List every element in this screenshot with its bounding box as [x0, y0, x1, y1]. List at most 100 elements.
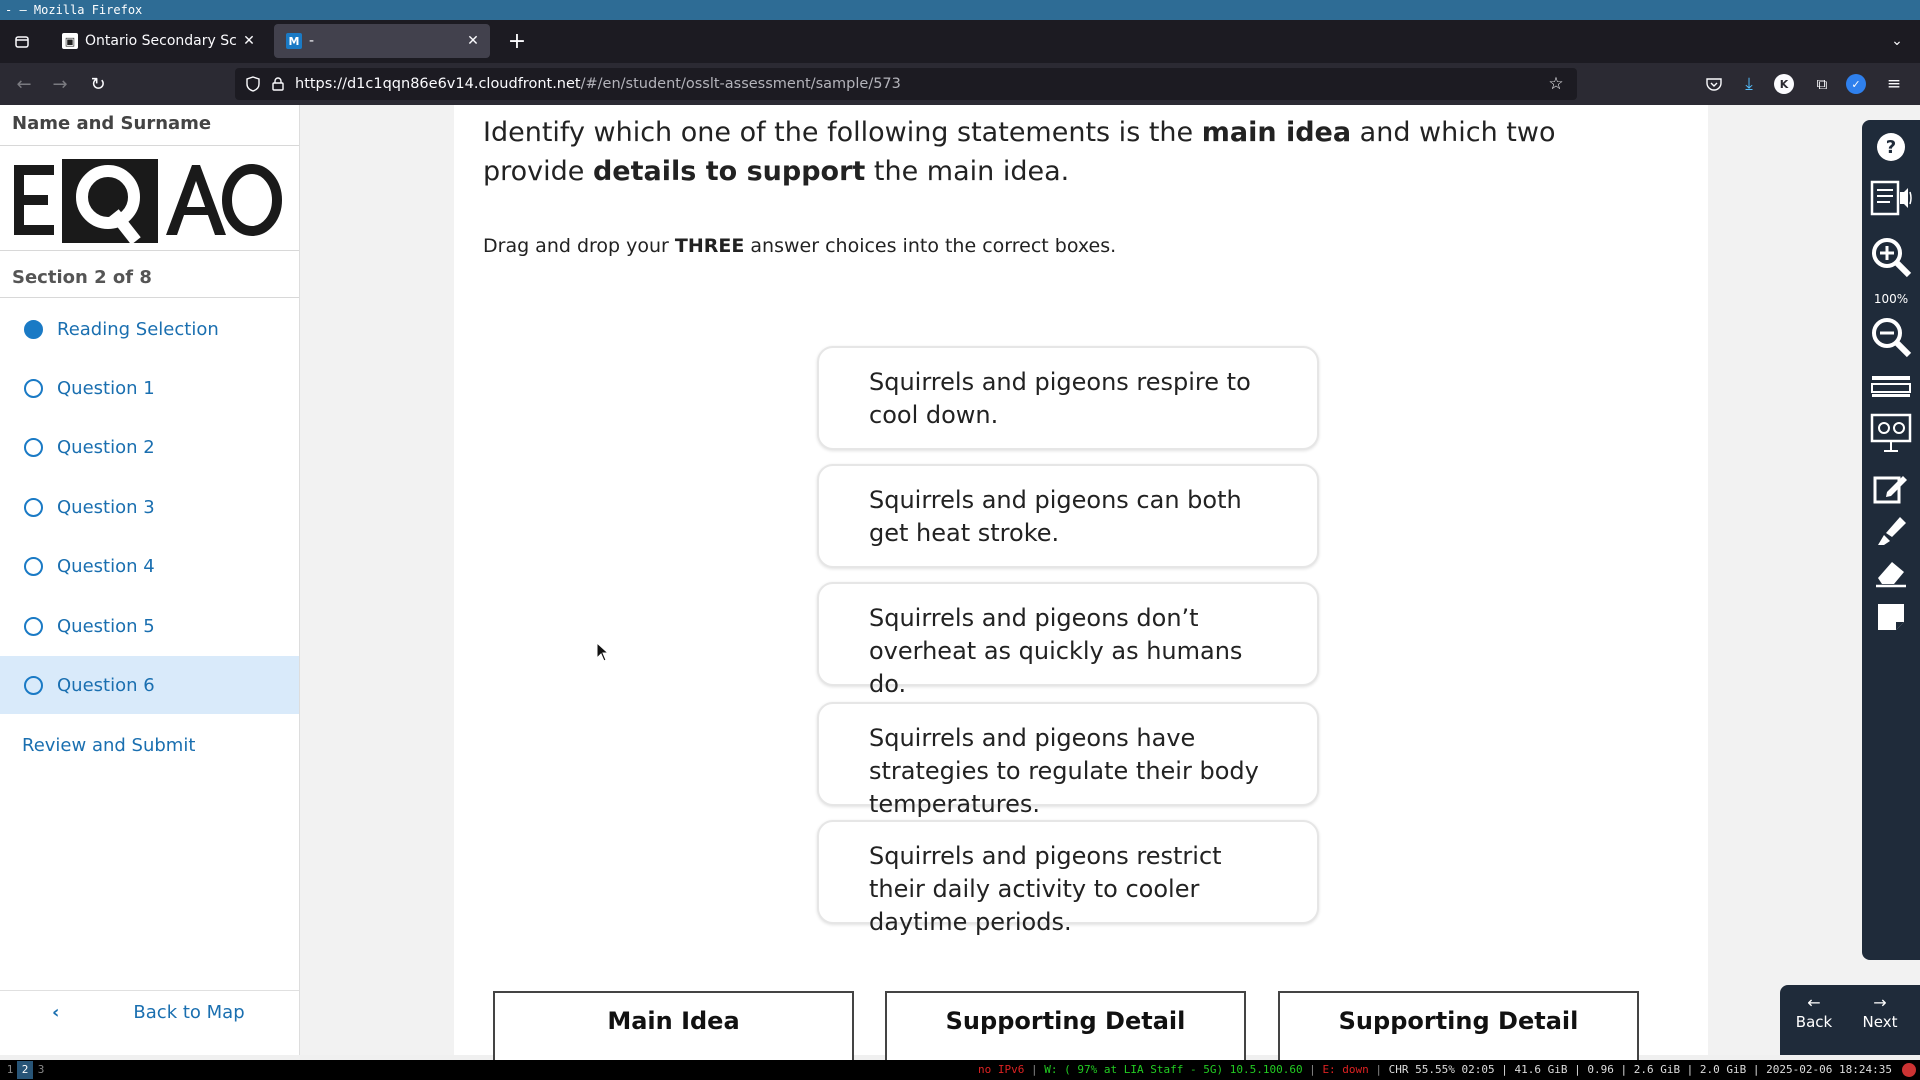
close-tab-icon[interactable]: ✕ — [238, 33, 260, 49]
extensions-icon[interactable]: ⧉ — [1810, 72, 1834, 96]
sidebar-item-label: Question 6 — [57, 674, 155, 696]
new-tab-icon[interactable]: + — [504, 28, 530, 54]
sidebar-item-question-6[interactable]: Question 6 — [0, 656, 299, 714]
sidebar: Name and Surname Section 2 of 8 Reading … — [0, 105, 300, 1055]
svg-text:?: ? — [1886, 137, 1896, 158]
text-to-speech-icon[interactable] — [1862, 180, 1920, 216]
pocket-icon[interactable] — [1702, 72, 1726, 96]
menu-icon[interactable]: ≡ — [1882, 72, 1906, 96]
question-emphasis: details to support — [592, 156, 866, 187]
sidebar-item-question-2[interactable]: Question 2 — [0, 418, 299, 476]
downloads-icon[interactable]: ⤓ — [1737, 72, 1761, 96]
answer-choice[interactable]: Squirrels and pigeons restrict their dai… — [817, 820, 1319, 936]
back-button[interactable]: ← Back — [1784, 993, 1844, 1032]
drop-box-supporting-detail[interactable]: Supporting Detail — [885, 991, 1246, 1061]
mouse-cursor-icon — [596, 641, 610, 666]
empty-radio-icon — [24, 497, 43, 517]
tray-icon[interactable] — [1902, 1063, 1916, 1077]
url-text[interactable]: https://d1c1qqn86e6v14.cloudfront.net/#/… — [295, 68, 901, 100]
sidebar-item-label: Question 3 — [57, 496, 155, 518]
account-icon[interactable]: K — [1774, 74, 1794, 94]
help-icon[interactable]: ? — [1862, 132, 1920, 162]
arrow-left-icon: ← — [1807, 993, 1821, 1012]
instruction-text: Drag and drop your THREE answer choices … — [483, 235, 1116, 257]
line-reader-icon[interactable] — [1862, 374, 1920, 398]
ethernet-status: E: down — [1322, 1063, 1369, 1076]
highlighter-icon[interactable] — [1862, 515, 1920, 547]
zoom-in-icon[interactable] — [1862, 236, 1920, 278]
instruction-part: Drag and drop your — [483, 235, 675, 257]
divider — [0, 250, 299, 251]
window-title: - — Mozilla Firefox — [0, 0, 1920, 20]
student-name: Name and Surname — [12, 113, 212, 134]
drop-box-supporting-detail[interactable]: Supporting Detail — [1278, 991, 1639, 1061]
empty-radio-icon — [24, 437, 43, 457]
option-eliminator-icon[interactable] — [1862, 413, 1920, 453]
empty-radio-icon — [24, 556, 43, 576]
sidebar-item-question-3[interactable]: Question 3 — [0, 478, 299, 536]
eraser-icon[interactable] — [1862, 558, 1920, 588]
instruction-part: answer choices into the correct boxes. — [744, 235, 1117, 257]
extension-blue-icon[interactable]: ✓ — [1846, 74, 1866, 94]
question-part: Identify which one of the following stat… — [483, 117, 1202, 148]
sidebar-item-label: Reading Selection — [57, 318, 219, 340]
sidebar-item-question-5[interactable]: Question 5 — [0, 597, 299, 655]
sidebar-item-label: Question 5 — [57, 615, 155, 637]
empty-radio-icon — [24, 675, 43, 695]
system-status-bar: 1 2 3 no IPv6 | W: ( 97% at LIA Staff - … — [0, 1060, 1920, 1080]
empty-radio-icon — [24, 378, 43, 398]
sticky-note-icon[interactable] — [1862, 602, 1920, 632]
bookmark-star-icon[interactable]: ☆ — [1547, 74, 1565, 94]
question-text: Identify which one of the following stat… — [483, 113, 1633, 191]
divider — [0, 297, 299, 298]
tab-active[interactable]: M - ✕ — [274, 24, 490, 58]
page: Name and Surname Section 2 of 8 Reading … — [0, 105, 1920, 1061]
sidebar-item-label: Question 1 — [57, 377, 155, 399]
lock-icon[interactable] — [271, 76, 285, 92]
url-bar[interactable]: https://d1c1qqn86e6v14.cloudfront.net/#/… — [235, 68, 1577, 100]
drop-box-main-idea[interactable]: Main Idea — [493, 991, 854, 1061]
zoom-out-icon[interactable] — [1862, 316, 1920, 358]
sidebar-item-label: Question 4 — [57, 555, 155, 577]
answer-choice[interactable]: Squirrels and pigeons can both get heat … — [817, 464, 1319, 568]
sidebar-item-question-1[interactable]: Question 1 — [0, 359, 299, 417]
eqao-logo — [14, 157, 284, 251]
ontario-favicon-icon: ▣ — [62, 33, 78, 49]
wifi-status: W: ( 97% at LIA Staff - 5G) 10.5.100.60 — [1044, 1063, 1303, 1076]
firefox-view-icon[interactable] — [10, 30, 34, 54]
status-info: no IPv6 | W: ( 97% at LIA Staff - 5G) 10… — [978, 1063, 1892, 1076]
workspace-1[interactable]: 1 — [2, 1061, 18, 1079]
notepad-icon[interactable] — [1862, 472, 1920, 504]
filled-radio-icon — [24, 319, 43, 339]
workspace-2[interactable]: 2 — [17, 1061, 33, 1079]
reload-icon[interactable]: ↻ — [86, 72, 110, 96]
instruction-emphasis: THREE — [674, 235, 745, 257]
zoom-level: 100% — [1873, 292, 1909, 306]
back-icon[interactable]: ← — [12, 72, 36, 96]
navigation-bar: ← → ↻ https://d1c1qqn86e6v14.cloudfront.… — [0, 63, 1920, 105]
tools-toolbar: ? 100% — [1862, 120, 1920, 960]
question-panel: Identify which one of the following stat… — [454, 105, 1708, 1061]
answer-choice[interactable]: Squirrels and pigeons respire to cool do… — [817, 346, 1319, 450]
sidebar-item-reading-selection[interactable]: Reading Selection — [0, 300, 299, 358]
answer-choice[interactable]: Squirrels and pigeons have strategies to… — [817, 702, 1319, 818]
question-emphasis: main idea — [1201, 117, 1352, 148]
tab-label: - — [309, 33, 315, 49]
back-to-map-button[interactable]: ‹ Back to Map — [0, 990, 299, 1034]
answer-choice[interactable]: Squirrels and pigeons don’t overheat as … — [817, 582, 1319, 698]
list-all-tabs-icon[interactable]: ⌄ — [1884, 28, 1910, 54]
empty-radio-icon — [24, 616, 43, 636]
ipv6-status: no IPv6 — [978, 1063, 1025, 1076]
next-button[interactable]: → Next — [1850, 993, 1910, 1032]
back-to-map-label: Back to Map — [133, 1002, 245, 1023]
system-stats: CHR 55.55% 02:05 | 41.6 GiB | 0.96 | 2.6… — [1388, 1063, 1892, 1076]
workspace-3[interactable]: 3 — [33, 1061, 49, 1079]
sidebar-item-label: Question 2 — [57, 436, 155, 458]
tab-ontario[interactable]: ▣ Ontario Secondary School ✕ — [50, 24, 266, 58]
forward-icon[interactable]: → — [48, 72, 72, 96]
review-and-submit-link[interactable]: Review and Submit — [22, 735, 195, 756]
sidebar-item-question-4[interactable]: Question 4 — [0, 537, 299, 595]
close-tab-icon[interactable]: ✕ — [462, 33, 484, 49]
tracking-shield-icon[interactable] — [245, 76, 261, 92]
arrow-right-icon: → — [1873, 993, 1887, 1012]
